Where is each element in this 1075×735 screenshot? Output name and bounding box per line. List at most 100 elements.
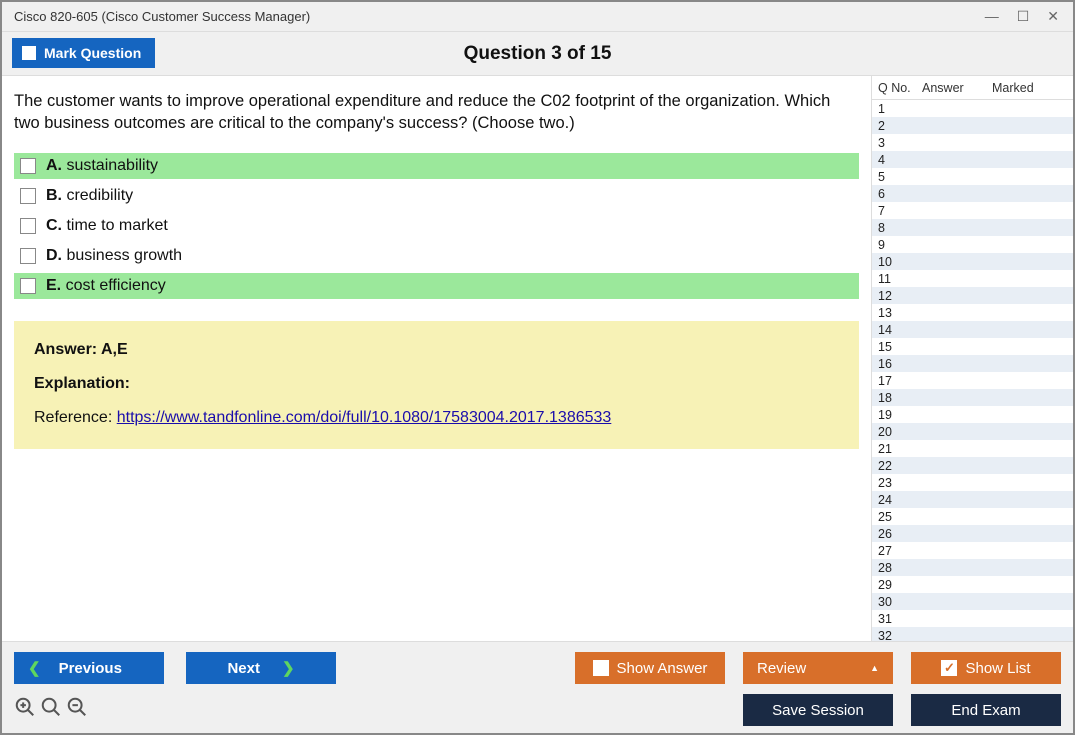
list-item-number: 26 — [878, 527, 922, 541]
next-button[interactable]: Next ❯ — [186, 652, 336, 684]
option-row[interactable]: C. time to market — [14, 213, 859, 239]
checkbox-icon[interactable] — [20, 188, 36, 204]
list-item[interactable]: 7 — [872, 202, 1073, 219]
main-area: The customer wants to improve operationa… — [2, 76, 871, 641]
body: The customer wants to improve operationa… — [2, 76, 1073, 641]
show-list-button[interactable]: ✓ Show List — [911, 652, 1061, 684]
option-row[interactable]: D. business growth — [14, 243, 859, 269]
end-exam-button[interactable]: End Exam — [911, 694, 1061, 726]
checkbox-icon[interactable] — [20, 218, 36, 234]
list-item[interactable]: 14 — [872, 321, 1073, 338]
list-item-number: 19 — [878, 408, 922, 422]
list-item-number: 12 — [878, 289, 922, 303]
list-item-number: 7 — [878, 204, 922, 218]
list-item-number: 23 — [878, 476, 922, 490]
button-row-1: ❮ Previous Next ❯ Show Answer Review ▲ ✓… — [14, 652, 1061, 684]
list-item[interactable]: 27 — [872, 542, 1073, 559]
list-item[interactable]: 18 — [872, 389, 1073, 406]
list-item-number: 31 — [878, 612, 922, 626]
answer-box: Answer: A,E Explanation: Reference: http… — [14, 321, 859, 449]
list-item[interactable]: 2 — [872, 117, 1073, 134]
list-item[interactable]: 11 — [872, 270, 1073, 287]
list-item[interactable]: 28 — [872, 559, 1073, 576]
checkbox-icon[interactable] — [20, 248, 36, 264]
list-item[interactable]: 3 — [872, 134, 1073, 151]
list-item-number: 6 — [878, 187, 922, 201]
dropdown-icon: ▲ — [870, 663, 879, 673]
list-item[interactable]: 26 — [872, 525, 1073, 542]
mark-question-label: Mark Question — [44, 45, 141, 61]
list-item[interactable]: 8 — [872, 219, 1073, 236]
list-item-number: 27 — [878, 544, 922, 558]
previous-label: Previous — [59, 660, 122, 677]
list-item-number: 17 — [878, 374, 922, 388]
list-item[interactable]: 22 — [872, 457, 1073, 474]
list-item[interactable]: 9 — [872, 236, 1073, 253]
next-label: Next — [227, 660, 260, 677]
list-item[interactable]: 30 — [872, 593, 1073, 610]
mark-question-button[interactable]: Mark Question — [12, 38, 155, 68]
review-button[interactable]: Review ▲ — [743, 652, 893, 684]
show-answer-button[interactable]: Show Answer — [575, 652, 725, 684]
list-item[interactable]: 1 — [872, 100, 1073, 117]
list-item[interactable]: 12 — [872, 287, 1073, 304]
list-item[interactable]: 15 — [872, 338, 1073, 355]
list-item-number: 20 — [878, 425, 922, 439]
list-item-number: 24 — [878, 493, 922, 507]
answer-label: Answer: A,E — [34, 341, 839, 359]
save-session-label: Save Session — [772, 702, 864, 719]
zoom-out-icon[interactable] — [66, 696, 88, 724]
options-list: A. sustainability B. credibility C. time t… — [14, 153, 859, 299]
window-controls: — ☐ ✕ — [985, 8, 1065, 25]
show-answer-label: Show Answer — [617, 660, 708, 677]
list-item-number: 4 — [878, 153, 922, 167]
list-item-number: 11 — [878, 272, 922, 286]
list-item-number: 1 — [878, 102, 922, 116]
list-item[interactable]: 5 — [872, 168, 1073, 185]
list-item[interactable]: 19 — [872, 406, 1073, 423]
end-exam-label: End Exam — [951, 702, 1020, 719]
checkbox-icon[interactable] — [20, 158, 36, 174]
list-item[interactable]: 24 — [872, 491, 1073, 508]
option-row[interactable]: A. sustainability — [14, 153, 859, 179]
list-item[interactable]: 4 — [872, 151, 1073, 168]
list-item[interactable]: 23 — [872, 474, 1073, 491]
checkbox-icon — [22, 46, 36, 60]
question-list[interactable]: 1234567891011121314151617181920212223242… — [872, 100, 1073, 641]
checkbox-checked-icon: ✓ — [941, 660, 957, 676]
list-item-number: 9 — [878, 238, 922, 252]
zoom-in-icon[interactable] — [40, 696, 62, 724]
list-item[interactable]: 10 — [872, 253, 1073, 270]
list-item[interactable]: 25 — [872, 508, 1073, 525]
checkbox-icon[interactable] — [20, 278, 36, 294]
list-item[interactable]: 6 — [872, 185, 1073, 202]
list-item-number: 16 — [878, 357, 922, 371]
list-item-number: 29 — [878, 578, 922, 592]
previous-button[interactable]: ❮ Previous — [14, 652, 164, 684]
zoom-controls — [14, 696, 88, 724]
maximize-icon[interactable]: ☐ — [1017, 8, 1030, 25]
question-counter: Question 3 of 15 — [2, 43, 1073, 65]
list-item[interactable]: 17 — [872, 372, 1073, 389]
save-session-button[interactable]: Save Session — [743, 694, 893, 726]
close-icon[interactable]: ✕ — [1047, 8, 1059, 25]
option-row[interactable]: E. cost efficiency — [14, 273, 859, 299]
list-item[interactable]: 31 — [872, 610, 1073, 627]
option-row[interactable]: B. credibility — [14, 183, 859, 209]
list-item[interactable]: 32 — [872, 627, 1073, 641]
minimize-icon[interactable]: — — [985, 8, 999, 25]
list-item[interactable]: 21 — [872, 440, 1073, 457]
reference-link[interactable]: https://www.tandfonline.com/doi/full/10.… — [117, 409, 612, 426]
list-item[interactable]: 16 — [872, 355, 1073, 372]
zoom-reset-icon[interactable] — [14, 696, 36, 724]
col-answer-header: Answer — [922, 81, 992, 95]
list-item[interactable]: 29 — [872, 576, 1073, 593]
side-panel: Q No. Answer Marked 12345678910111213141… — [871, 76, 1073, 641]
side-header: Q No. Answer Marked — [872, 76, 1073, 100]
option-label: A. sustainability — [46, 157, 158, 175]
list-item-number: 13 — [878, 306, 922, 320]
list-item[interactable]: 13 — [872, 304, 1073, 321]
list-item-number: 22 — [878, 459, 922, 473]
list-item-number: 30 — [878, 595, 922, 609]
list-item[interactable]: 20 — [872, 423, 1073, 440]
